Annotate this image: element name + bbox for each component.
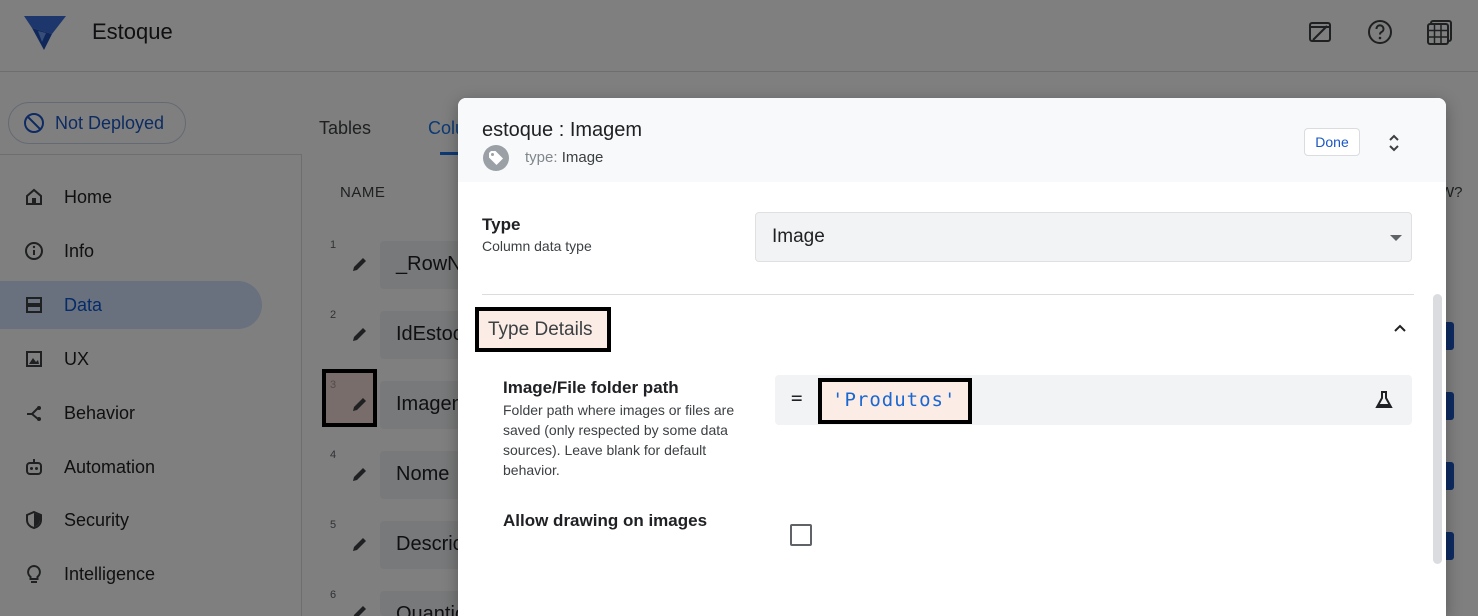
type-field-help: Column data type [482, 238, 592, 254]
type-caption-label: type: [525, 149, 558, 166]
folder-path-label: Image/File folder path [503, 378, 679, 397]
tag-icon [483, 145, 509, 171]
allow-drawing-label: Allow drawing on images [503, 511, 708, 530]
type-details-section-header[interactable]: Type Details [475, 307, 611, 352]
dialog-header: estoque : Imagem type: Image Done [458, 98, 1446, 182]
expression-value[interactable]: 'Produtos' [832, 389, 956, 411]
section-divider [482, 294, 1414, 295]
column-type-select[interactable]: Image [755, 212, 1412, 262]
expression-equals-sign: = [791, 387, 803, 409]
column-editor-dialog: estoque : Imagem type: Image Done Type C… [458, 98, 1446, 616]
type-caption-value: Image [561, 149, 604, 166]
type-field-label: Type [482, 215, 521, 234]
expand-collapse-icon[interactable] [1384, 132, 1404, 154]
folder-path-expression-input[interactable]: = 'Produtos' [775, 375, 1412, 425]
chevron-up-icon[interactable] [1392, 320, 1408, 336]
expression-highlight: 'Produtos' [818, 378, 972, 424]
dialog-title: estoque : Imagem [482, 119, 643, 141]
flask-icon[interactable] [1373, 389, 1395, 411]
dialog-scrollbar[interactable] [1433, 294, 1442, 564]
done-button[interactable]: Done [1304, 128, 1360, 156]
folder-path-help: Folder path where images or files are sa… [503, 402, 735, 478]
dropdown-caret-icon [1390, 235, 1402, 241]
column-type-caption: type: Image [525, 149, 603, 166]
allow-drawing-checkbox[interactable] [790, 524, 812, 546]
